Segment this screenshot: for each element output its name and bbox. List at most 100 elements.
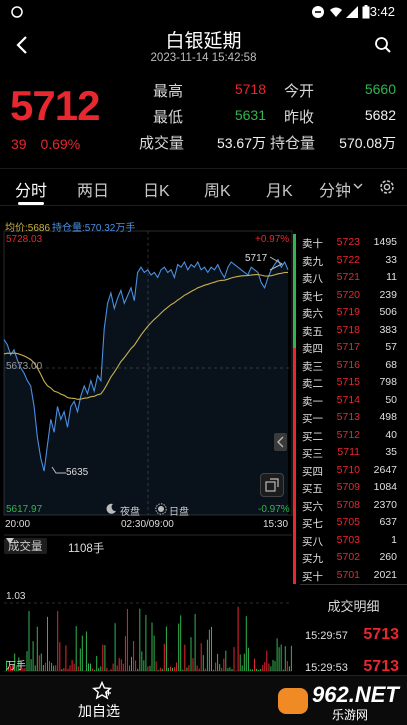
volume-bar	[116, 665, 118, 671]
peak-marker-label: 5717	[245, 253, 268, 264]
prev-close-label: 昨收	[284, 109, 315, 126]
volume-bar	[237, 606, 239, 671]
collapse-handle	[274, 433, 287, 451]
price-change: 39 0.69%	[11, 136, 90, 152]
volume-bar	[223, 658, 225, 671]
bid-depth-bar	[293, 348, 296, 584]
tab-two-day[interactable]: 两日	[77, 177, 109, 201]
intraday-chart[interactable]: 均价:5686 持仓量:570.32万手 5728.03 +0.97% 5673…	[0, 215, 296, 675]
volume-bar	[206, 639, 208, 671]
status-time: 3:42	[369, 4, 395, 19]
level-price: 5710	[336, 463, 360, 476]
bid-row: 买六 5708 2370	[300, 497, 407, 515]
trade-price: 5713	[363, 658, 399, 675]
volume-bars	[6, 606, 292, 671]
volume-bar	[178, 623, 180, 671]
top-price-label: 5728.03	[6, 234, 43, 245]
bottom-price-label: 5617.97	[6, 504, 43, 515]
top-pct-label: +0.97%	[255, 234, 290, 245]
volume-bar	[288, 666, 290, 671]
volume-bar	[38, 655, 40, 671]
level-price: 5718	[336, 323, 360, 336]
volume-bar	[227, 668, 229, 671]
tab-minute[interactable]: 分钟	[319, 177, 363, 201]
volume-bar	[147, 666, 149, 671]
volume-bar	[256, 668, 258, 671]
level-label: 卖一	[302, 395, 323, 408]
volume-bar	[94, 669, 96, 671]
level-volume: 1084	[373, 481, 397, 493]
volume-bar	[200, 643, 202, 671]
high-value: 5718	[234, 81, 266, 97]
volume-bar	[26, 651, 28, 671]
volume-bar	[63, 668, 65, 671]
notification-icon	[11, 6, 23, 18]
mute-icon	[312, 6, 324, 18]
volume-bar	[249, 669, 251, 671]
trade-detail-title[interactable]: 成交明细	[300, 596, 407, 615]
level-volume: 50	[385, 393, 397, 406]
volume-bar	[163, 643, 165, 671]
volume-bar	[34, 665, 36, 671]
volume-bar	[272, 659, 274, 671]
fullscreen-button[interactable]	[260, 473, 284, 497]
volume-bar	[59, 642, 61, 671]
signal-icon	[346, 6, 358, 18]
trade-price: 5713	[363, 626, 399, 643]
brand-watermark: 962.NET 乐游网	[278, 682, 402, 722]
volume-bar	[106, 667, 108, 671]
volume-bar	[118, 658, 120, 671]
tab-weekly-k[interactable]: 周K	[204, 177, 231, 201]
volume-bar	[194, 614, 196, 671]
volume-bar	[32, 641, 34, 671]
tab-monthly-k[interactable]: 月K	[266, 177, 293, 201]
ask-row: 卖三 5716 68	[300, 357, 407, 375]
volume-bar	[42, 665, 44, 671]
brand-name: 962.NET	[312, 682, 399, 707]
volume-bar	[243, 653, 245, 671]
tab-intraday[interactable]: 分时	[15, 177, 47, 201]
settings-gear-icon[interactable]	[378, 178, 396, 196]
high-label: 最高	[153, 83, 184, 100]
volume-bar	[155, 661, 157, 671]
tab-daily-k[interactable]: 日K	[143, 177, 170, 201]
volume-bar	[126, 609, 128, 671]
volume-bar	[55, 665, 57, 671]
volume-bar	[75, 626, 77, 671]
volume-bar	[112, 663, 114, 671]
volume-label: 成交量	[139, 135, 185, 152]
volume-bar	[71, 660, 73, 671]
add-watchlist-button[interactable]: 加自选	[78, 701, 120, 721]
volume-bar	[204, 668, 206, 671]
level-volume: 40	[385, 428, 397, 441]
level-volume: 798	[379, 376, 397, 388]
bid-row: 买八 5703 1	[300, 532, 407, 550]
ask-row: 卖一 5714 50	[300, 392, 407, 410]
level-price: 5705	[336, 516, 360, 528]
level-price: 5708	[336, 498, 360, 511]
search-icon[interactable]	[373, 35, 393, 55]
ask-row: 卖二 5715 798	[300, 374, 407, 392]
volume-bar	[176, 662, 178, 671]
level-volume: 57	[385, 341, 397, 353]
bottom-bar: 加自选 962.NET 乐游网	[0, 675, 407, 725]
level-label: 卖六	[302, 308, 323, 320]
volume-bar	[258, 669, 260, 671]
volume-bar	[92, 668, 94, 671]
star-icon[interactable]	[92, 681, 112, 701]
change-percent: 0.69%	[40, 136, 81, 152]
level-price: 5715	[336, 376, 360, 388]
volume-bar	[276, 638, 278, 671]
volume-bar	[211, 626, 212, 671]
order-book: 卖十 5723 1495 卖九 5722 33 卖八 5721 11 卖七 5720 239 卖六 571…	[300, 234, 407, 584]
brand-subtitle: 乐游网	[332, 708, 369, 722]
level-label: 买六	[302, 500, 323, 513]
volume-bar	[215, 662, 217, 671]
low-marker-label: 5635	[66, 467, 89, 478]
volume-selector[interactable]: 成交量	[4, 538, 47, 554]
volume-bar	[129, 665, 130, 671]
open-value: 5660	[364, 81, 396, 97]
bid-row: 买五 5709 1084	[300, 479, 407, 497]
position-value: 570.08万	[339, 135, 396, 151]
level-price: 5722	[336, 253, 360, 266]
